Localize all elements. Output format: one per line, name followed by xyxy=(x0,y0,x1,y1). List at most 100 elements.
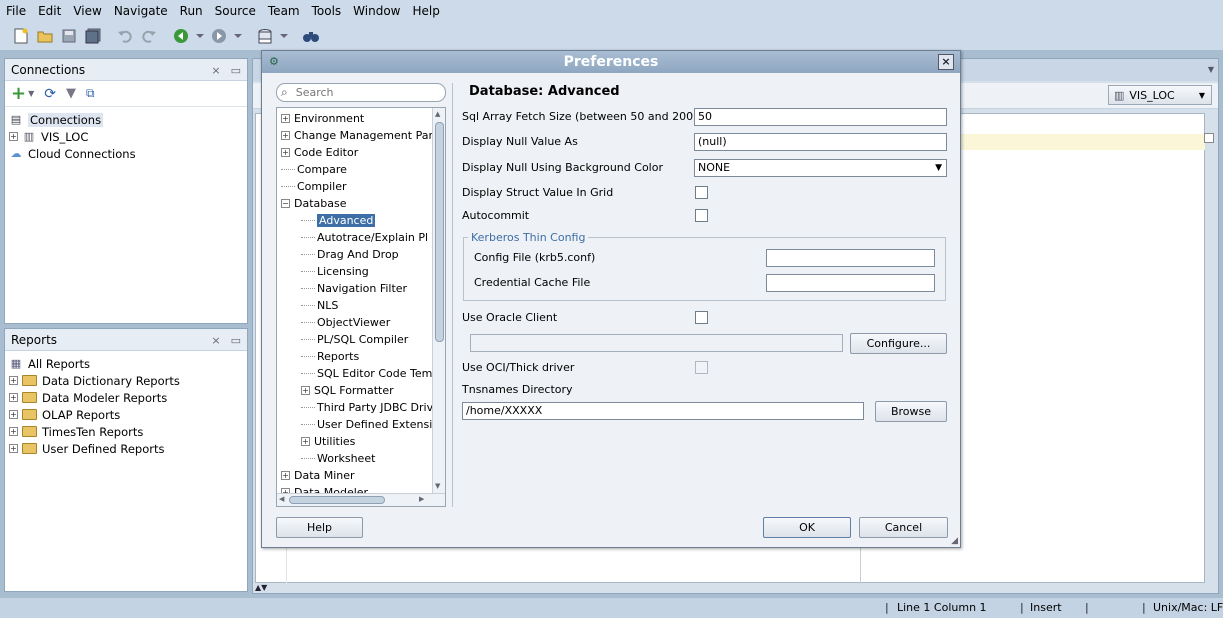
tree-item-connections[interactable]: ▤ Connections xyxy=(9,111,247,128)
close-icon[interactable]: × xyxy=(938,54,954,70)
tree-item-data-dictionary-reports[interactable]: + Data Dictionary Reports xyxy=(9,372,247,389)
menu-view[interactable]: View xyxy=(73,4,101,18)
tree-item-vis-loc[interactable]: + ▥ VIS_LOC xyxy=(9,128,247,145)
chevron-down-icon[interactable]: ▼ xyxy=(1208,65,1214,74)
chevron-down-icon[interactable]: ▼ xyxy=(28,89,34,98)
chevron-down-icon[interactable] xyxy=(234,27,242,45)
autocommit-checkbox[interactable] xyxy=(695,209,708,222)
tree-item-code-editor[interactable]: + Code Editor xyxy=(281,144,358,161)
collapse-icon[interactable]: − xyxy=(281,199,290,208)
tree-item-reports[interactable]: Reports xyxy=(301,348,359,365)
tree-item-drag-and-drop[interactable]: Drag And Drop xyxy=(301,246,399,263)
new-file-icon[interactable] xyxy=(12,27,30,45)
tree-item-olap-reports[interactable]: + OLAP Reports xyxy=(9,406,247,423)
tree-item-database[interactable]: − Database xyxy=(281,195,347,212)
menu-window[interactable]: Window xyxy=(353,4,400,18)
sql-array-fetch-input[interactable]: 50 xyxy=(694,108,947,126)
resize-grip-icon[interactable]: ◢ xyxy=(951,536,958,546)
save-icon[interactable] xyxy=(60,27,78,45)
connection-selector[interactable]: ▥ VIS_LOC ▼ xyxy=(1108,85,1212,105)
tree-item-pl-sql-compiler[interactable]: PL/SQL Compiler xyxy=(301,331,408,348)
tnsnames-input[interactable]: /home/XXXXX xyxy=(462,402,864,420)
search-input[interactable] xyxy=(293,85,424,100)
tree-item-navigation-filter[interactable]: Navigation Filter xyxy=(301,280,407,297)
oci-driver-checkbox[interactable] xyxy=(695,361,708,374)
tree-item-licensing[interactable]: Licensing xyxy=(301,263,369,280)
tree-item-worksheet[interactable]: Worksheet xyxy=(301,450,375,467)
tree-item-sql-editor-code-tem[interactable]: SQL Editor Code Tem xyxy=(301,365,432,382)
menu-run[interactable]: Run xyxy=(180,4,203,18)
scrollbar-thumb[interactable] xyxy=(435,122,444,342)
scroll-right-icon[interactable]: ▶ xyxy=(419,495,424,503)
close-icon[interactable]: × xyxy=(211,64,220,77)
cancel-button[interactable]: Cancel xyxy=(859,517,948,538)
scroll-down-icon[interactable]: ▼ xyxy=(435,482,440,490)
minimize-icon[interactable]: ▭ xyxy=(231,64,241,77)
config-file-input[interactable] xyxy=(766,249,935,267)
null-value-input[interactable]: (null) xyxy=(694,133,947,151)
struct-grid-checkbox[interactable] xyxy=(695,186,708,199)
refresh-icon[interactable]: ⟳ xyxy=(44,86,56,102)
preferences-search[interactable]: ⌕ xyxy=(276,83,446,102)
expand-icon[interactable]: + xyxy=(9,410,18,419)
filter-icon[interactable]: ▼ xyxy=(66,86,76,101)
schema-browser-icon[interactable]: ⧉ xyxy=(86,86,95,101)
credential-cache-input[interactable] xyxy=(766,274,935,292)
tree-item-user-defined-reports[interactable]: + User Defined Reports xyxy=(9,440,247,457)
expand-icon[interactable]: + xyxy=(281,148,290,157)
expand-icon[interactable]: + xyxy=(9,427,18,436)
tree-item-compiler[interactable]: Compiler xyxy=(281,178,347,195)
expand-icon[interactable]: + xyxy=(281,114,290,123)
save-all-icon[interactable] xyxy=(84,27,102,45)
close-icon[interactable]: × xyxy=(211,334,220,347)
oracle-client-path-input[interactable] xyxy=(470,334,843,352)
expand-icon[interactable]: + xyxy=(301,386,310,395)
tree-item-data-modeler-reports[interactable]: + Data Modeler Reports xyxy=(9,389,247,406)
menu-team[interactable]: Team xyxy=(268,4,300,18)
tree-item-change-management-par[interactable]: + Change Management Par xyxy=(281,127,433,144)
sql-worksheet-icon[interactable] xyxy=(256,27,274,45)
menu-source[interactable]: Source xyxy=(215,4,256,18)
oracle-client-checkbox[interactable] xyxy=(695,311,708,324)
help-button[interactable]: Help xyxy=(276,517,363,538)
menu-tools[interactable]: Tools xyxy=(312,4,342,18)
tree-item-cloud-connections[interactable]: ☁ Cloud Connections xyxy=(9,145,247,162)
menu-edit[interactable]: Edit xyxy=(38,4,61,18)
tree-item-compare[interactable]: Compare xyxy=(281,161,347,178)
expand-icon[interactable]: + xyxy=(9,376,18,385)
tree-item-environment[interactable]: + Environment xyxy=(281,110,364,127)
back-icon[interactable] xyxy=(172,27,190,45)
chevron-down-icon[interactable] xyxy=(196,27,204,45)
tree-item-sql-formatter[interactable]: + SQL Formatter xyxy=(301,382,394,399)
splitter-arrows-icon[interactable]: ▲▼ xyxy=(255,583,267,592)
expand-icon[interactable]: + xyxy=(9,444,18,453)
tree-item-autotrace-explain-pl[interactable]: Autotrace/Explain Pl xyxy=(301,229,428,246)
tree-item-data-miner[interactable]: + Data Miner xyxy=(281,467,355,484)
tree-item-advanced[interactable]: Advanced xyxy=(301,212,376,229)
tree-item-all-reports[interactable]: ▦ All Reports xyxy=(9,355,247,372)
expand-icon[interactable]: + xyxy=(9,393,18,402)
tree-item-nls[interactable]: NLS xyxy=(301,297,338,314)
menu-help[interactable]: Help xyxy=(413,4,440,18)
configure-button[interactable]: Configure... xyxy=(850,333,947,354)
scroll-left-icon[interactable]: ◀ xyxy=(279,495,284,503)
scroll-up-icon[interactable]: ▲ xyxy=(435,110,440,118)
browse-button[interactable]: Browse xyxy=(875,401,947,422)
forward-icon[interactable] xyxy=(210,27,228,45)
expand-icon[interactable]: + xyxy=(281,131,290,140)
expand-icon[interactable]: + xyxy=(301,437,310,446)
expand-icon[interactable]: + xyxy=(9,132,18,141)
add-connection-icon[interactable]: + xyxy=(11,83,26,104)
scrollbar-thumb[interactable] xyxy=(289,496,385,504)
tree-item-user-defined-extensi[interactable]: User Defined Extensi xyxy=(301,416,432,433)
tree-item-objectviewer[interactable]: ObjectViewer xyxy=(301,314,390,331)
menu-file[interactable]: File xyxy=(6,4,26,18)
undo-icon[interactable] xyxy=(116,27,134,45)
tree-item-utilities[interactable]: + Utilities xyxy=(301,433,355,450)
minimize-icon[interactable]: ▭ xyxy=(231,334,241,347)
tree-item-timesten-reports[interactable]: + TimesTen Reports xyxy=(9,423,247,440)
ok-button[interactable]: OK xyxy=(763,517,851,538)
tree-vertical-scrollbar[interactable]: ▲ ▼ xyxy=(432,108,445,494)
menu-navigate[interactable]: Navigate xyxy=(114,4,168,18)
tree-horizontal-scrollbar[interactable]: ◀ ▶ xyxy=(277,493,445,506)
